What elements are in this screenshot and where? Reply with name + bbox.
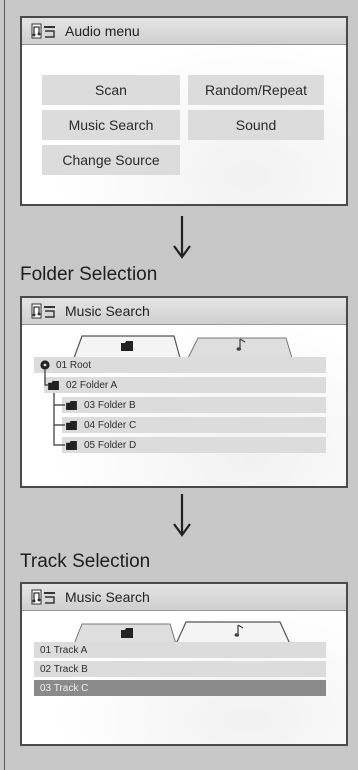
track-selection-screen: Music Search 01 Track A 02 Track B 03 Tr…: [20, 582, 348, 746]
track-selection-label: Track Selection: [20, 551, 151, 572]
title-bar: Audio menu: [22, 18, 346, 45]
scan-button[interactable]: Scan: [42, 75, 180, 105]
arrow-down-icon: [173, 216, 191, 259]
audio-source-icon: [31, 23, 55, 39]
music-note-icon[interactable]: [234, 624, 244, 638]
folder-selection-label: Folder Selection: [20, 264, 158, 285]
music-search-button[interactable]: Music Search: [42, 110, 180, 140]
list-item-selected[interactable]: 03 Track C: [34, 680, 326, 696]
change-source-button[interactable]: Change Source: [42, 145, 180, 175]
folder-icon[interactable]: [121, 628, 133, 638]
random-repeat-button[interactable]: Random/Repeat: [188, 75, 324, 105]
arrow-down-icon: [173, 494, 191, 537]
folder-selection-screen: Music Search 01 Root 02 Folder A 03 Fold…: [20, 296, 348, 488]
list-item[interactable]: 01 Track A: [34, 642, 326, 658]
page-margin-rule: [4, 0, 5, 770]
audio-menu-screen: Audio menu Scan Random/Repeat Music Sear…: [20, 16, 348, 206]
screen-title: Music Search: [65, 589, 150, 605]
sound-button[interactable]: Sound: [188, 110, 324, 140]
folder-tree-lines: [44, 370, 65, 446]
list-item[interactable]: 02 Track B: [34, 661, 326, 677]
title-bar: Music Search: [22, 584, 346, 611]
audio-source-icon: [31, 589, 55, 605]
screen-title: Audio menu: [65, 23, 140, 39]
